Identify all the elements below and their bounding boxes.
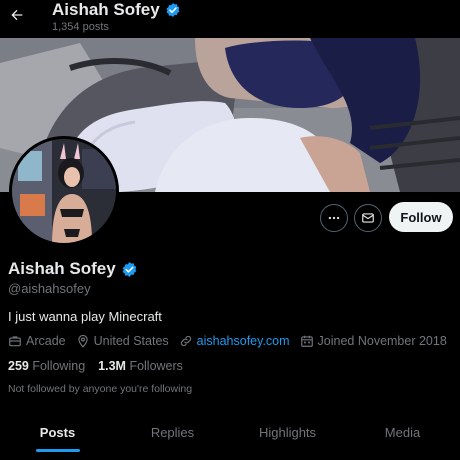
meta-category: Arcade <box>8 334 66 348</box>
meta-location: United States <box>76 334 169 348</box>
tab-posts-label: Posts <box>39 425 76 440</box>
followers-label: Followers <box>129 359 183 373</box>
link-icon <box>180 335 191 347</box>
tab-highlights-label: Highlights <box>258 425 317 440</box>
follow-stats: 259 Following 1.3M Followers <box>8 359 196 373</box>
location-pin-icon <box>77 334 88 348</box>
profile-meta: Arcade United States aishahsofey.com Joi… <box>8 334 457 348</box>
calendar-icon <box>300 335 313 347</box>
active-tab-indicator <box>35 449 80 452</box>
profile-bio: I just wanna play Minecraft <box>8 309 162 324</box>
profile-name-row: Aishah Sofey <box>8 259 138 279</box>
tab-posts[interactable]: Posts <box>0 415 115 460</box>
not-followed-note: Not followed by anyone you're following <box>8 383 193 395</box>
follow-button[interactable]: Follow <box>389 202 453 232</box>
tab-replies[interactable]: Replies <box>115 415 230 460</box>
tab-highlights[interactable]: Highlights <box>230 415 345 460</box>
following-link[interactable]: 259 Following <box>8 359 85 373</box>
avatar[interactable] <box>9 136 119 246</box>
tab-media[interactable]: Media <box>345 415 460 460</box>
verified-badge-icon[interactable] <box>121 261 138 278</box>
back-button[interactable] <box>6 4 28 26</box>
website-link[interactable]: aishahsofey.com <box>197 334 290 348</box>
post-count: 1,354 posts <box>52 21 109 33</box>
meta-category-text: Arcade <box>26 334 66 348</box>
meta-joined: Joined November 2018 <box>300 334 447 348</box>
meta-location-text: United States <box>93 334 169 348</box>
following-count: 259 <box>8 359 29 373</box>
verified-badge-icon <box>166 3 180 17</box>
tab-replies-label: Replies <box>150 425 195 440</box>
more-icon <box>328 216 340 220</box>
avatar-image <box>12 139 116 243</box>
followers-link[interactable]: 1.3M Followers <box>98 359 183 373</box>
back-arrow-icon <box>11 9 23 21</box>
meta-website[interactable]: aishahsofey.com <box>179 334 290 348</box>
message-button[interactable] <box>354 204 382 232</box>
profile-handle: @aishahsofey <box>8 281 91 296</box>
header-name-text: Aishah Sofey <box>52 0 160 19</box>
followers-count: 1.3M <box>98 359 126 373</box>
top-bar: Aishah Sofey 1,354 posts <box>0 0 460 38</box>
tab-media-label: Media <box>384 425 421 440</box>
profile-name: Aishah Sofey <box>8 259 116 278</box>
message-icon <box>362 213 374 223</box>
more-options-button[interactable] <box>320 204 348 232</box>
header-name: Aishah Sofey <box>52 0 181 20</box>
briefcase-icon <box>9 336 21 347</box>
profile-tabs: Posts Replies Highlights Media <box>0 415 460 460</box>
meta-joined-text: Joined November 2018 <box>317 334 447 348</box>
following-label: Following <box>32 359 86 373</box>
